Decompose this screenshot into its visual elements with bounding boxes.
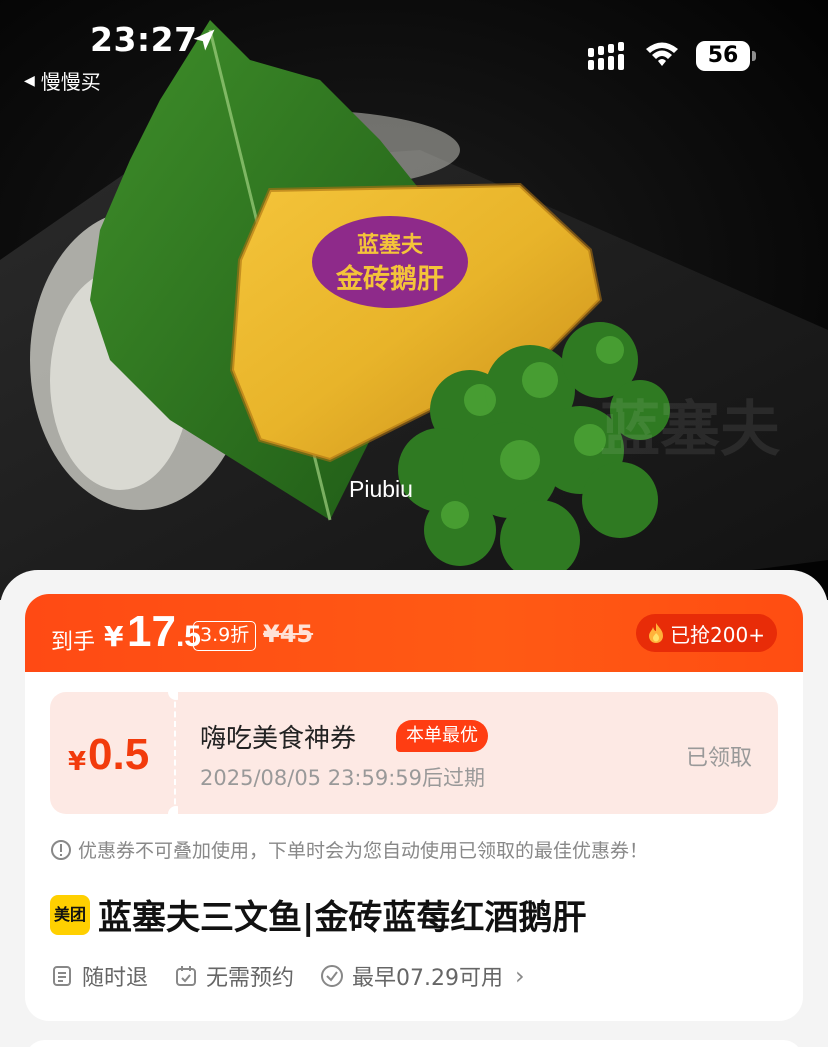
next-section-card	[25, 1040, 803, 1047]
price-integer: 17	[127, 607, 176, 656]
status-bar: 23:27 ◀ 慢慢买 56	[0, 0, 828, 100]
clock: 23:27	[90, 20, 198, 59]
coupon-info-block: 嗨吃美食神券 本单最优 2025/08/05 23:59:59后过期 已领取	[178, 692, 778, 814]
image-watermark: Piubiu	[349, 476, 413, 502]
battery-indicator: 56	[696, 41, 756, 71]
battery-level: 56	[696, 41, 750, 71]
product-title: 蓝塞夫三文鱼|金砖蓝莓红酒鹅肝	[98, 898, 587, 938]
chevron-right-icon: ›	[515, 962, 525, 990]
sold-count-text: 已抢200+	[670, 622, 765, 647]
feature-available-date-label: 最早07.29可用	[352, 966, 504, 991]
final-price: 17.5	[127, 607, 201, 657]
coupon-expiry: 2025/08/05 23:59:59后过期	[200, 766, 486, 790]
coupon-card[interactable]: ¥ 0.5 嗨吃美食神券 本单最优 2025/08/05 23:59:59后过期…	[50, 684, 778, 822]
best-deal-tag: 本单最优	[396, 720, 488, 752]
product-title-row: 美团 蓝塞夫三文鱼|金砖蓝莓红酒鹅肝	[50, 890, 586, 939]
location-arrow-icon	[193, 29, 215, 51]
back-app-label: 慢慢买	[40, 70, 101, 94]
discount-badge: 3.9折	[193, 621, 257, 651]
feature-no-reservation-label: 无需预约	[206, 966, 295, 991]
meituan-logo: 美团	[50, 894, 90, 935]
battery-cap	[752, 51, 756, 61]
feature-available-date: 最早07.29可用 ›	[320, 960, 525, 992]
calendar-check-icon	[176, 966, 197, 986]
label-text-1: 蓝塞夫	[357, 232, 424, 258]
back-triangle-icon: ◀	[24, 72, 35, 89]
feature-refund: 随时退	[50, 960, 148, 992]
info-icon	[51, 839, 71, 860]
feature-refund-label: 随时退	[82, 966, 149, 991]
wifi-icon	[646, 42, 678, 66]
sold-count-badge: 已抢200+	[636, 614, 777, 652]
coupon-currency: ¥	[68, 747, 87, 777]
fire-icon	[649, 623, 664, 643]
price-bar: 到手 ¥ 17.5 3.9折 ¥45 已抢200+	[25, 594, 803, 672]
product-card: 到手 ¥ 17.5 3.9折 ¥45 已抢200+ ¥ 0.5 嗨吃美食神券 本…	[25, 594, 803, 1021]
receipt-icon	[53, 966, 71, 986]
cellular-signal-icon	[588, 42, 624, 70]
coupon-value-block: ¥ 0.5	[50, 692, 174, 814]
final-price-label: 到手	[51, 630, 96, 655]
service-features[interactable]: 随时退 无需预约 最早07.29可用 ›	[50, 960, 551, 992]
price-currency: ¥	[104, 620, 124, 653]
coupon-notice: 优惠券不可叠加使用，下单时会为您自动使用已领取的最佳优惠券！	[50, 836, 648, 863]
check-circle-icon	[321, 965, 344, 987]
coupon-title: 嗨吃美食神券	[200, 724, 357, 754]
original-price: ¥45	[263, 620, 314, 648]
bg-brand-text: 蓝塞夫	[600, 395, 781, 465]
back-to-app-button[interactable]: ◀ 慢慢买	[24, 66, 101, 95]
product-hero-image[interactable]: 蓝塞夫 金砖鹅肝 蓝塞夫 23:27 ◀ 慢慢买 56 Piubiu	[0, 0, 828, 600]
label-text-2: 金砖鹅肝	[335, 263, 444, 295]
feature-no-reservation: 无需预约	[174, 960, 294, 992]
coupon-claimed-status[interactable]: 已领取	[686, 740, 752, 772]
coupon-notice-text: 优惠券不可叠加使用，下单时会为您自动使用已领取的最佳优惠券！	[78, 840, 649, 862]
coupon-value: 0.5	[88, 730, 150, 779]
